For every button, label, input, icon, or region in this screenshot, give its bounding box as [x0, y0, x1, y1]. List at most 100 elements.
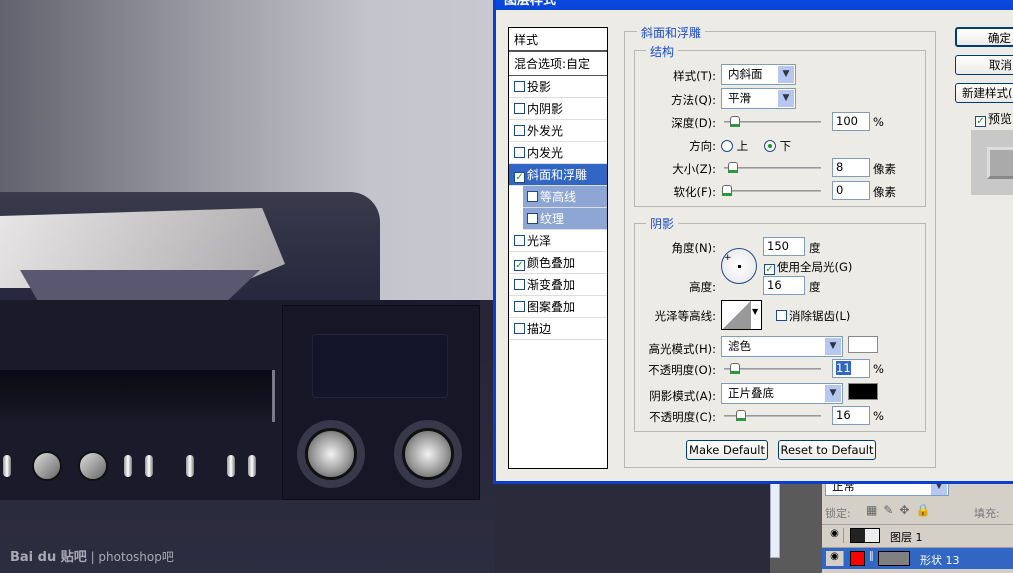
style-item[interactable]: 内发光	[509, 142, 607, 164]
style-item[interactable]: 投影	[509, 76, 607, 98]
size-label: 大小(Z):	[672, 162, 716, 176]
shading-title: 阴影	[646, 215, 679, 232]
style-item[interactable]: 内阴影	[509, 98, 607, 120]
blending-options[interactable]: 混合选项:自定	[509, 52, 607, 76]
antialias-checkbox[interactable]: 消除锯齿(L)	[776, 308, 850, 324]
layer-row-selected[interactable]: ◉ ∥ 形状 13	[822, 547, 1013, 569]
size-slider[interactable]	[724, 162, 821, 173]
checkbox[interactable]	[514, 81, 525, 92]
checkbox[interactable]	[514, 147, 525, 158]
slider-thumb[interactable]	[730, 116, 740, 127]
lock-icons[interactable]: ▦✎✥🔒	[866, 503, 936, 517]
highlight-mode-select[interactable]: 滤色 ▼	[721, 336, 843, 357]
cancel-button[interactable]: 取消	[955, 55, 1013, 75]
make-default-button[interactable]: Make Default	[686, 440, 768, 460]
checkbox[interactable]	[514, 235, 525, 246]
scrollbar[interactable]	[770, 483, 780, 558]
soften-input[interactable]: 0	[832, 181, 870, 200]
style-item-label: 外发光	[527, 124, 564, 138]
eye-icon[interactable]: ◉	[826, 528, 844, 543]
checkbox[interactable]	[527, 213, 538, 224]
style-item[interactable]: 光泽	[509, 230, 607, 252]
vector-mask-thumbnail	[878, 551, 910, 566]
checkbox[interactable]	[514, 125, 525, 136]
depth-slider[interactable]	[724, 116, 821, 127]
style-item[interactable]: ✓ 斜面和浮雕	[509, 164, 607, 186]
document-canvas: Bai du 贴吧 | photoshop吧	[0, 0, 495, 573]
soften-slider[interactable]	[722, 185, 821, 196]
checkbox[interactable]	[514, 301, 525, 312]
style-item[interactable]: 描边	[509, 318, 607, 340]
style-item[interactable]: 纹理	[523, 208, 607, 230]
dialog-titlebar[interactable]: 图层样式	[496, 0, 1013, 10]
checkbox[interactable]	[514, 279, 525, 290]
style-item[interactable]: ✓ 颜色叠加	[509, 252, 607, 274]
highlight-opacity-input[interactable]: 11	[832, 359, 870, 378]
fill-label: 填充:	[974, 507, 1000, 520]
slider-thumb[interactable]	[736, 410, 746, 421]
direction-down-radio[interactable]: 下	[764, 138, 791, 154]
slider-thumb[interactable]	[722, 185, 732, 196]
device-switch	[248, 455, 256, 477]
ok-button[interactable]: 确定	[955, 27, 1013, 47]
checkbox[interactable]	[514, 323, 525, 334]
style-item-label: 图案叠加	[527, 300, 576, 314]
lock-label: 锁定:	[825, 507, 851, 520]
checkbox[interactable]	[776, 310, 787, 321]
layer-color-thumbnail	[850, 551, 865, 566]
altitude-label: 高度:	[689, 280, 716, 294]
checkbox-checked[interactable]: ✓	[514, 260, 525, 271]
styles-list: 样式 混合选项:自定 投影 内阴影外发光内发光 ✓ 斜面和浮雕 等高线 纹理 光泽 ✓ 颜色叠加…	[508, 27, 608, 469]
checkbox-checked[interactable]: ✓	[514, 172, 525, 183]
gloss-contour-picker[interactable]: ▼	[721, 300, 762, 330]
style-item[interactable]: 等高线	[523, 186, 607, 208]
technique-select[interactable]: 平滑 ▼	[721, 88, 796, 109]
bevel-style-value: 内斜面	[728, 67, 763, 81]
watermark: Bai du 贴吧 | photoshop吧	[10, 550, 174, 565]
structure-title: 结构	[646, 43, 679, 60]
slider-thumb[interactable]	[728, 162, 738, 173]
soften-unit: 像素	[873, 185, 896, 199]
new-style-button[interactable]: 新建样式(	[955, 83, 1013, 103]
radio-button[interactable]	[721, 140, 733, 152]
styles-header[interactable]: 样式	[509, 28, 607, 52]
highlight-color-swatch[interactable]	[848, 336, 878, 353]
angle-dial[interactable]: +	[721, 248, 757, 284]
highlight-opacity-value: 11	[836, 361, 851, 375]
checkbox-checked[interactable]: ✓	[975, 116, 986, 127]
preview-checkbox[interactable]: ✓ 预览	[975, 110, 1012, 127]
dialog-title: 图层样式	[504, 0, 557, 8]
eye-icon[interactable]: ◉	[826, 551, 844, 566]
highlight-opacity-slider[interactable]	[724, 363, 821, 374]
radio-button[interactable]	[764, 140, 776, 152]
style-preview	[971, 130, 1013, 195]
global-light-checkbox[interactable]: ✓ 使用全局光(G)	[764, 259, 852, 275]
angle-input[interactable]: 150	[763, 237, 805, 256]
direction-up-radio[interactable]: 上	[721, 138, 748, 154]
size-input[interactable]: 8	[832, 158, 870, 177]
device-switch	[186, 455, 194, 477]
style-item[interactable]: 图案叠加	[509, 296, 607, 318]
bevel-style-select[interactable]: 内斜面 ▼	[721, 64, 796, 85]
shadow-opacity-input[interactable]: 16	[832, 406, 870, 425]
depth-label: 深度(D):	[671, 116, 716, 130]
device-switch	[124, 455, 132, 477]
chevron-down-icon: ▼	[778, 66, 794, 83]
checkbox[interactable]	[527, 191, 538, 202]
style-item[interactable]: 渐变叠加	[509, 274, 607, 296]
shadow-color-swatch[interactable]	[848, 383, 878, 400]
shadow-opacity-slider[interactable]	[724, 410, 821, 421]
reset-to-default-button[interactable]: Reset to Default	[778, 440, 876, 460]
depth-unit: %	[873, 115, 884, 129]
slider-thumb[interactable]	[730, 363, 740, 374]
checkbox-checked[interactable]: ✓	[764, 264, 775, 275]
shadow-mode-select[interactable]: 正片叠底 ▼	[721, 383, 843, 404]
altitude-input[interactable]: 16	[763, 276, 805, 295]
depth-input[interactable]: 100	[832, 112, 870, 131]
layer-row[interactable]: ◉ 图层 1	[822, 524, 1013, 546]
style-item[interactable]: 外发光	[509, 120, 607, 142]
watermark-text: photoshop吧	[98, 550, 174, 564]
device-screw	[32, 451, 62, 481]
highlight-opacity-unit: %	[873, 362, 884, 376]
checkbox[interactable]	[514, 103, 525, 114]
